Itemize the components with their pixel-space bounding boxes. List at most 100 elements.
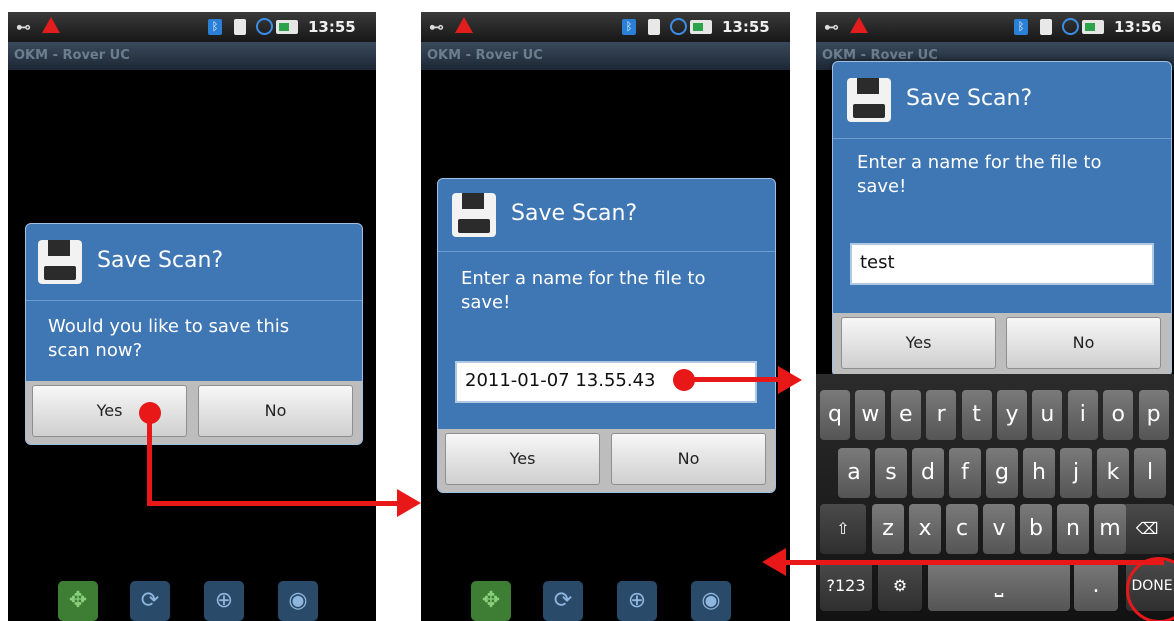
sim-icon — [234, 19, 246, 35]
status-bar: ⊷ ᛒ 13:55 — [421, 12, 790, 42]
key-b[interactable]: b — [1020, 504, 1052, 554]
warning-icon — [455, 17, 473, 33]
save-scan-dialog: Save Scan? Would you like to save this s… — [25, 223, 363, 445]
key-s[interactable]: s — [875, 448, 907, 498]
dialog-message: Would you like to save this scan now? — [48, 316, 290, 361]
key-a[interactable]: a — [838, 448, 870, 498]
sim-icon — [648, 19, 660, 35]
eye-icon[interactable]: ◉ — [691, 581, 731, 621]
key-o[interactable]: o — [1103, 390, 1134, 440]
status-time: 13:55 — [308, 18, 356, 36]
key-l[interactable]: l — [1134, 448, 1166, 498]
key-f[interactable]: f — [949, 448, 981, 498]
backspace-key[interactable]: ⌫ — [1120, 504, 1174, 554]
eye-icon[interactable]: ◉ — [278, 581, 318, 621]
key-w[interactable]: w — [855, 390, 886, 440]
arrow-line — [684, 377, 780, 382]
arrow-line — [784, 560, 1164, 565]
no-signal-icon — [1062, 18, 1079, 35]
bottom-toolbar: ✥ ⟳ ⊕ ◉ — [8, 579, 376, 621]
filename-input[interactable]: test — [850, 243, 1154, 285]
zoom-icon[interactable]: ⊕ — [204, 581, 244, 621]
period-key[interactable]: . — [1074, 561, 1118, 611]
key-y[interactable]: y — [997, 390, 1027, 440]
bluetooth-icon: ᛒ — [622, 19, 636, 35]
bluetooth-icon: ᛒ — [1014, 19, 1028, 35]
no-signal-icon — [670, 18, 687, 35]
dialog-message: Enter a name for the file to save! — [857, 152, 1102, 197]
no-button[interactable]: No — [1006, 317, 1161, 369]
key-v[interactable]: v — [983, 504, 1015, 554]
phone-screen-3: ⊷ ᛒ 13:56 OKM - Rover UC Save Scan? Ente… — [816, 12, 1174, 621]
sim-icon — [1040, 19, 1052, 35]
bottom-toolbar: ✥ ⟳ ⊕ ◉ — [421, 579, 790, 621]
dialog-button-bar: Yes No — [26, 381, 362, 444]
key-d[interactable]: d — [912, 448, 944, 498]
arrow-right-icon — [397, 489, 421, 517]
phone-screen-1: ⊷ ᛒ 13:55 OKM - Rover UC Save Scan? Woul… — [8, 12, 376, 621]
key-e[interactable]: e — [890, 390, 921, 440]
symbols-key[interactable]: ?123 — [820, 561, 872, 611]
key-j[interactable]: j — [1060, 448, 1092, 498]
filename-input[interactable]: 2011-01-07 13.55.43 — [455, 361, 757, 403]
zoom-icon[interactable]: ⊕ — [617, 581, 657, 621]
key-p[interactable]: p — [1138, 390, 1169, 440]
usb-icon: ⊷ — [429, 18, 444, 36]
save-scan-name-dialog: Save Scan? Enter a name for the file to … — [832, 61, 1172, 377]
key-h[interactable]: h — [1023, 448, 1055, 498]
warning-icon — [850, 17, 868, 33]
phone-screen-2: ⊷ ᛒ 13:55 OKM - Rover UC Save Scan? Ente… — [421, 12, 790, 621]
dialog-button-bar: Yes No — [438, 429, 775, 492]
key-u[interactable]: u — [1032, 390, 1063, 440]
no-button[interactable]: No — [198, 385, 353, 437]
app-title: OKM - Rover UC — [421, 42, 790, 70]
move-icon[interactable]: ✥ — [471, 581, 511, 621]
status-bar: ⊷ ᛒ 13:55 — [8, 12, 376, 42]
key-m[interactable]: m — [1094, 504, 1126, 554]
key-z[interactable]: z — [872, 504, 904, 554]
no-signal-icon — [256, 18, 273, 35]
status-bar: ⊷ ᛒ 13:56 — [816, 12, 1174, 42]
dialog-title: Save Scan? — [97, 248, 224, 273]
dialog-button-bar: Yes No — [833, 313, 1171, 376]
usb-icon: ⊷ — [16, 18, 31, 36]
warning-icon — [42, 17, 60, 33]
yes-button[interactable]: Yes — [841, 317, 996, 369]
no-button[interactable]: No — [611, 433, 766, 485]
dialog-header: Save Scan? — [26, 224, 362, 301]
key-k[interactable]: k — [1097, 448, 1129, 498]
arrow-left-icon — [762, 548, 786, 576]
key-g[interactable]: g — [986, 448, 1018, 498]
app-title: OKM - Rover UC — [8, 42, 376, 70]
rotate-icon[interactable]: ⟳ — [130, 581, 170, 621]
key-x[interactable]: x — [909, 504, 941, 554]
space-icon: ⎵ — [994, 573, 1004, 598]
key-c[interactable]: c — [946, 504, 978, 554]
status-time: 13:56 — [1114, 18, 1162, 36]
key-q[interactable]: q — [820, 390, 850, 440]
gear-icon[interactable]: ⚙ — [878, 561, 922, 611]
dialog-message: Enter a name for the file to save! — [461, 268, 706, 313]
floppy-disk-icon — [38, 240, 82, 284]
arrow-line — [147, 413, 152, 506]
arrow-line — [147, 501, 399, 506]
floppy-disk-icon — [847, 78, 891, 122]
space-key[interactable]: ⎵ — [928, 561, 1070, 611]
bluetooth-icon: ᛒ — [208, 19, 222, 35]
battery-icon — [276, 20, 298, 34]
move-icon[interactable]: ✥ — [58, 581, 98, 621]
yes-button[interactable]: Yes — [445, 433, 600, 485]
usb-icon: ⊷ — [824, 18, 839, 36]
floppy-disk-icon — [452, 193, 496, 237]
key-i[interactable]: i — [1067, 390, 1098, 440]
key-n[interactable]: n — [1057, 504, 1089, 554]
shift-key[interactable]: ⇧ — [820, 504, 866, 554]
battery-icon — [690, 20, 712, 34]
yes-button[interactable]: Yes — [32, 385, 187, 437]
arrow-right-icon — [778, 366, 802, 394]
key-t[interactable]: t — [961, 390, 992, 440]
rotate-icon[interactable]: ⟳ — [543, 581, 583, 621]
key-r[interactable]: r — [926, 390, 957, 440]
dialog-header: Save Scan? — [438, 179, 775, 252]
soft-keyboard: ?123 ⚙ ⎵ . DONE ⇧ ⌫ qwertyuiopasdfghjklz… — [816, 374, 1174, 621]
